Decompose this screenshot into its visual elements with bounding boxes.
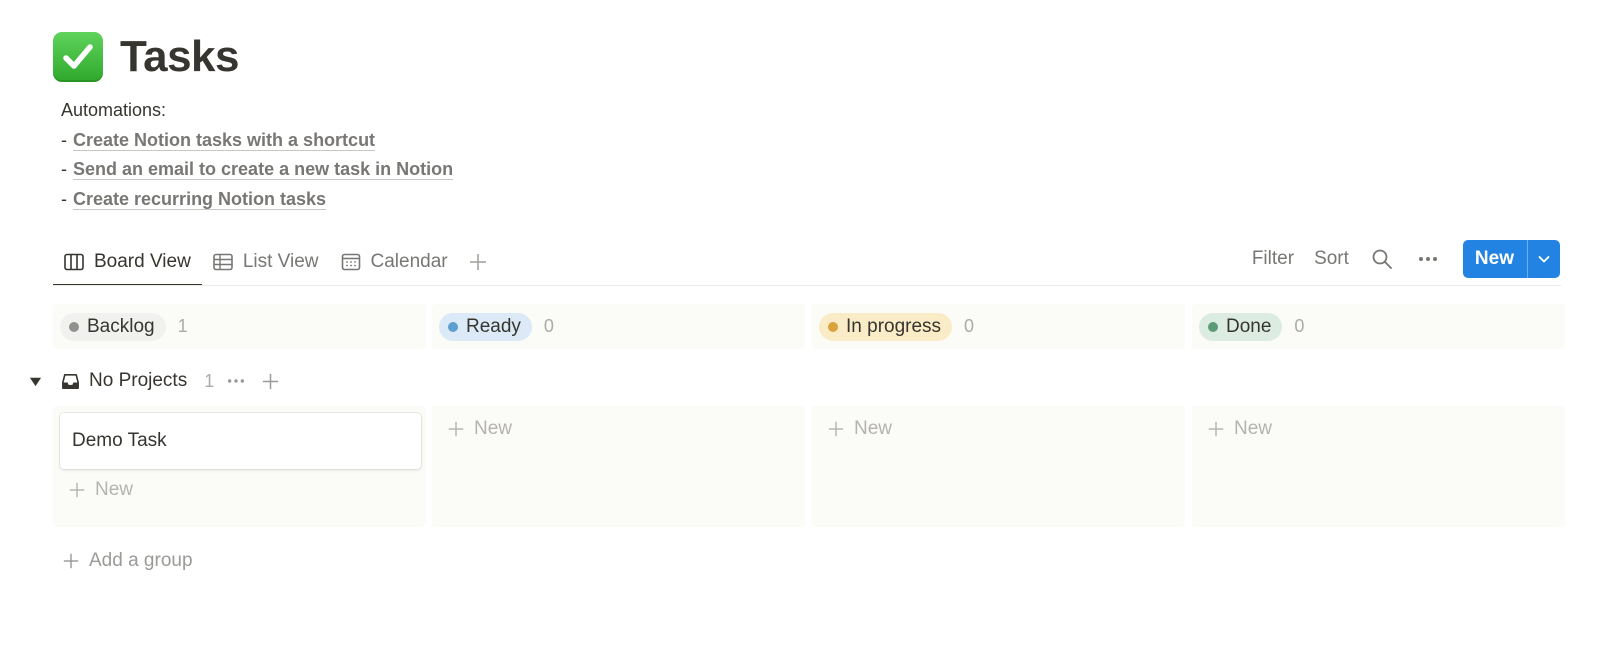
new-button[interactable]: New [1463,240,1527,278]
search-icon[interactable] [1369,246,1395,272]
chevron-down-icon [1538,256,1550,263]
page-title[interactable]: Tasks [120,32,240,82]
status-label: Ready [466,315,521,337]
add-card-label: New [474,418,513,439]
tab-label: Calendar [370,251,448,272]
page-description: Automations: - Create Notion tasks with … [61,96,454,215]
column-header-in-progress: In progress 0 [812,304,1185,349]
filter-button[interactable]: Filter [1252,248,1294,270]
triangle-down-icon[interactable] [28,374,42,388]
plus-icon [469,254,486,270]
inbox-icon [59,370,81,392]
tabs-divider [53,285,1561,286]
status-label: Done [1226,315,1272,337]
status-dot [448,321,458,332]
status-pill-done[interactable]: Done [1199,312,1283,341]
new-dropdown-button[interactable] [1527,240,1560,278]
automation-line: - Send an email to create a new task in … [61,155,454,185]
tab-label: Board View [94,251,191,272]
automation-line: - Create recurring Notion tasks [61,185,453,215]
new-button-group: New [1462,240,1560,278]
board-cell-in-progress: New [812,406,1185,527]
add-card-button[interactable]: New [1207,418,1272,440]
column-count: 0 [543,316,554,336]
column-header-backlog: Backlog 1 [53,304,426,349]
page-header: Tasks [53,32,240,82]
group-more-icon[interactable] [224,369,248,393]
add-card-label: New [1234,418,1273,439]
add-group-label: Add a group [89,550,193,571]
more-horizontal-icon[interactable] [1415,246,1441,272]
tab-calendar[interactable]: Calendar [330,238,459,286]
add-card-label: New [854,418,893,439]
status-dot [828,321,838,332]
add-card-button[interactable]: New [447,418,512,440]
status-label: In progress [846,315,942,337]
group-count: 1 [204,370,215,391]
board-icon [63,251,85,273]
tab-list-view[interactable]: List View [202,238,330,286]
tab-label: List View [242,251,319,272]
column-header-ready: Ready 0 [432,304,805,349]
status-dot [69,321,79,332]
plus-icon [63,553,79,569]
bullet-dash: - [61,188,67,209]
column-count: 0 [1294,316,1305,336]
add-view-button[interactable] [465,249,491,275]
board-cell-done: New [1192,406,1565,527]
board-cell-ready: New [432,406,805,527]
group-name[interactable]: No Projects [89,370,187,392]
board-cell-backlog: Demo Task New [53,406,426,527]
column-header-done: Done 0 [1192,304,1565,349]
link-recurring-tasks[interactable]: Create recurring Notion tasks [73,189,327,210]
tab-board-view[interactable]: Board View [53,238,202,286]
link-shortcut-tasks[interactable]: Create Notion tasks with a shortcut [73,130,376,151]
status-dot [1208,321,1218,332]
plus-icon [448,421,464,437]
sort-button[interactable]: Sort [1314,248,1349,270]
task-card[interactable]: Demo Task [60,413,421,469]
view-tabs: Board View List View Calendar [53,238,491,286]
automation-line: - Create Notion tasks with a shortcut [61,126,453,156]
group-header-no-projects: No Projects 1 [28,366,282,396]
plus-icon [828,421,844,437]
view-toolbar: Filter Sort New [1242,240,1560,278]
column-count: 0 [964,316,975,336]
table-icon [212,251,234,273]
status-label: Backlog [87,315,155,337]
status-pill-backlog[interactable]: Backlog [60,312,166,341]
tasks-page: Tasks Automations: - Create Notion tasks… [0,0,1600,655]
status-pill-in-progress[interactable]: In progress [819,312,953,341]
bullet-dash: - [61,159,67,179]
add-card-button[interactable]: New [68,479,133,501]
check-mark-button-icon[interactable] [53,32,103,82]
plus-icon [1208,421,1224,437]
add-group-button[interactable]: Add a group [62,550,193,572]
status-pill-ready[interactable]: Ready [439,312,532,341]
bullet-dash: - [61,129,67,150]
automations-heading: Automations: [61,100,167,120]
link-email-tasks[interactable]: Send an email to create a new task in No… [73,159,454,180]
calendar-icon [340,251,362,273]
add-card-label: New [95,479,134,500]
group-add-icon[interactable] [258,369,282,393]
plus-icon [69,482,85,498]
add-card-button[interactable]: New [827,418,892,440]
column-count: 1 [177,316,188,336]
